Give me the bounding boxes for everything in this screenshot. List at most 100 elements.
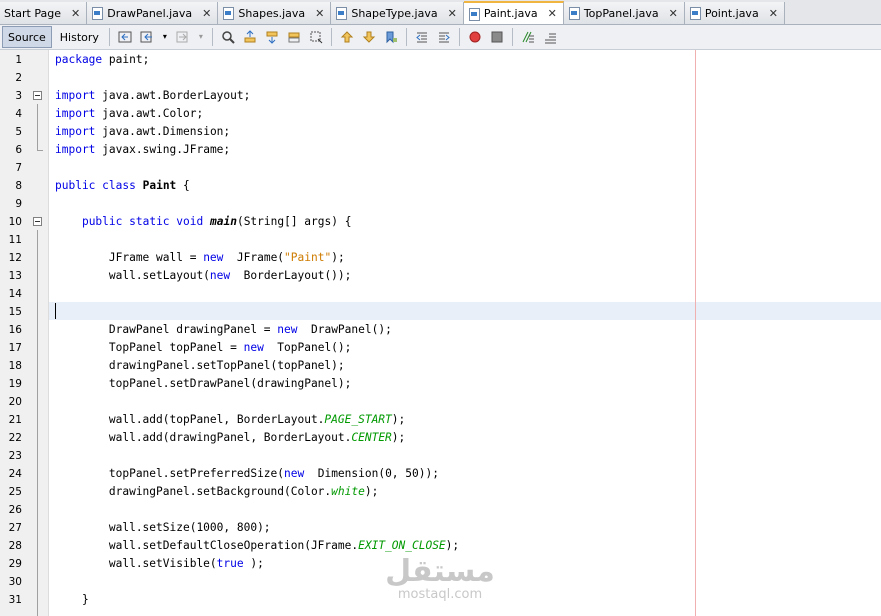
source-tab-button[interactable]: Source <box>2 26 52 48</box>
code-text: DrawPanel drawingPanel = new DrawPanel()… <box>55 321 392 339</box>
code-line[interactable]: 23 <box>0 447 881 465</box>
code-line[interactable]: 7 <box>0 159 881 177</box>
start-macro-record-icon[interactable] <box>467 29 483 45</box>
code-text: import javax.swing.JFrame; <box>55 141 230 159</box>
line-number: 20 <box>8 396 22 408</box>
code-line[interactable]: 9 <box>0 195 881 213</box>
close-icon[interactable]: ✕ <box>548 7 557 20</box>
code-line[interactable]: 26 <box>0 501 881 519</box>
keyword-token: import <box>55 143 96 156</box>
line-number: 26 <box>8 504 22 516</box>
uncomment-icon[interactable] <box>542 29 558 45</box>
code-line[interactable]: 16 DrawPanel drawingPanel = new DrawPane… <box>0 321 881 339</box>
forward-icon[interactable] <box>175 29 191 45</box>
code-token: Paint <box>142 179 177 192</box>
comment-icon[interactable] <box>520 29 536 45</box>
tab-label: DrawPanel.java <box>107 6 193 20</box>
find-next-icon[interactable] <box>264 29 280 45</box>
keyword-token: new <box>243 341 264 354</box>
code-token: drawingPanel.setTopPanel(topPanel); <box>55 359 345 372</box>
code-line[interactable]: 17 TopPanel topPanel = new TopPanel(); <box>0 339 881 357</box>
code-text: JFrame wall = new JFrame("Paint"); <box>55 249 345 267</box>
tab-toppanel-java[interactable]: TopPanel.java ✕ <box>563 2 685 24</box>
next-bookmark-icon[interactable] <box>361 29 377 45</box>
last-edit-icon[interactable] <box>117 29 133 45</box>
tab-paint-java[interactable]: Paint.java ✕ <box>463 1 564 24</box>
code-line[interactable]: 1 package paint; <box>0 51 881 69</box>
code-text: wall.setLayout(new BorderLayout()); <box>55 267 352 285</box>
close-icon[interactable]: ✕ <box>769 7 778 20</box>
tab-point-java[interactable]: Point.java ✕ <box>684 2 785 24</box>
code-token: wall.add(topPanel, BorderLayout. <box>55 413 325 426</box>
code-line[interactable]: 6 import javax.swing.JFrame; <box>0 141 881 159</box>
tab-shapetype-java[interactable]: ShapeType.java ✕ <box>331 2 464 24</box>
close-icon[interactable]: ✕ <box>448 7 457 20</box>
close-icon[interactable]: ✕ <box>71 7 80 20</box>
shift-left-icon[interactable] <box>414 29 430 45</box>
editor-toolbar: Source History ▾ ▾ <box>0 25 881 50</box>
code-line[interactable]: 25 drawingPanel.setBackground(Color.whit… <box>0 483 881 501</box>
close-icon[interactable]: ✕ <box>669 7 678 20</box>
toggle-highlight-icon[interactable] <box>308 29 324 45</box>
tab-shapes-java[interactable]: Shapes.java ✕ <box>218 2 332 24</box>
editor-tab-bar: Start Page ✕ DrawPanel.java ✕ Shapes.java ✕ Sh… <box>0 0 881 25</box>
line-number: 11 <box>8 234 22 246</box>
line-number: 13 <box>8 270 22 282</box>
code-line[interactable]: 12 JFrame wall = new JFrame("Paint"); <box>0 249 881 267</box>
constant-token: PAGE_START <box>324 413 392 426</box>
code-token: ); <box>364 485 379 498</box>
code-text: public static void main(String[] args) { <box>55 213 352 231</box>
code-text: public class Paint { <box>55 177 190 195</box>
line-number: 3 <box>15 90 22 102</box>
chevron-down-icon[interactable]: ▾ <box>197 29 205 45</box>
tab-label: Point.java <box>704 6 759 20</box>
previous-bookmark-icon[interactable] <box>339 29 355 45</box>
code-token: main <box>210 215 237 228</box>
shift-right-icon[interactable] <box>436 29 452 45</box>
code-line[interactable]: 3 import java.awt.BorderLayout; <box>0 87 881 105</box>
find-selection-icon[interactable] <box>286 29 302 45</box>
keyword-token: new <box>203 251 224 264</box>
code-line[interactable]: 10 public static void main(String[] args… <box>0 213 881 231</box>
find-icon[interactable] <box>220 29 236 45</box>
code-line[interactable]: 22 wall.add(drawingPanel, BorderLayout.C… <box>0 429 881 447</box>
code-line[interactable]: 4 import java.awt.Color; <box>0 105 881 123</box>
close-icon[interactable]: ✕ <box>202 7 211 20</box>
code-line[interactable]: 15 <box>0 303 881 321</box>
code-line[interactable]: 14 <box>0 285 881 303</box>
code-line[interactable]: 21 wall.add(topPanel, BorderLayout.PAGE_… <box>0 411 881 429</box>
history-tab-button[interactable]: History <box>54 26 105 48</box>
code-token: javax.swing.JFrame; <box>102 143 231 156</box>
code-line[interactable]: 24 topPanel.setPreferredSize(new Dimensi… <box>0 465 881 483</box>
toggle-bookmark-icon[interactable] <box>383 29 399 45</box>
stop-macro-record-icon[interactable] <box>489 29 505 45</box>
java-file-icon <box>568 6 580 20</box>
close-icon[interactable]: ✕ <box>315 7 324 20</box>
code-text: package paint; <box>55 51 149 69</box>
code-line[interactable]: 20 <box>0 393 881 411</box>
fold-toggle-icon[interactable] <box>33 217 42 226</box>
code-line[interactable]: 5 import java.awt.Dimension; <box>0 123 881 141</box>
tab-drawpanel-java[interactable]: DrawPanel.java ✕ <box>87 2 219 24</box>
code-line[interactable]: 8 public class Paint { <box>0 177 881 195</box>
line-number: 27 <box>8 522 22 534</box>
code-token: DrawPanel(); <box>304 323 392 336</box>
code-line[interactable]: 19 topPanel.setDrawPanel(drawingPanel); <box>0 375 881 393</box>
chevron-down-icon[interactable]: ▾ <box>161 29 169 45</box>
back-icon[interactable] <box>139 29 155 45</box>
tab-start-page[interactable]: Start Page ✕ <box>0 2 88 24</box>
code-line[interactable]: 28 wall.setDefaultCloseOperation(JFrame.… <box>0 537 881 555</box>
code-line[interactable]: 13 wall.setLayout(new BorderLayout()); <box>0 267 881 285</box>
toolbar-separator <box>330 28 332 46</box>
keyword-token: static <box>129 215 170 228</box>
code-line[interactable]: 2 <box>0 69 881 87</box>
keyword-token: package <box>55 53 103 66</box>
code-line[interactable]: 11 <box>0 231 881 249</box>
code-token: ); <box>331 251 345 264</box>
fold-toggle-icon[interactable] <box>33 91 42 100</box>
find-previous-icon[interactable] <box>242 29 258 45</box>
code-line[interactable]: 18 drawingPanel.setTopPanel(topPanel); <box>0 357 881 375</box>
code-line[interactable]: 27 wall.setSize(1000, 800); <box>0 519 881 537</box>
code-token: wall.add(drawingPanel, BorderLayout. <box>55 431 352 444</box>
line-number: 12 <box>8 252 22 264</box>
